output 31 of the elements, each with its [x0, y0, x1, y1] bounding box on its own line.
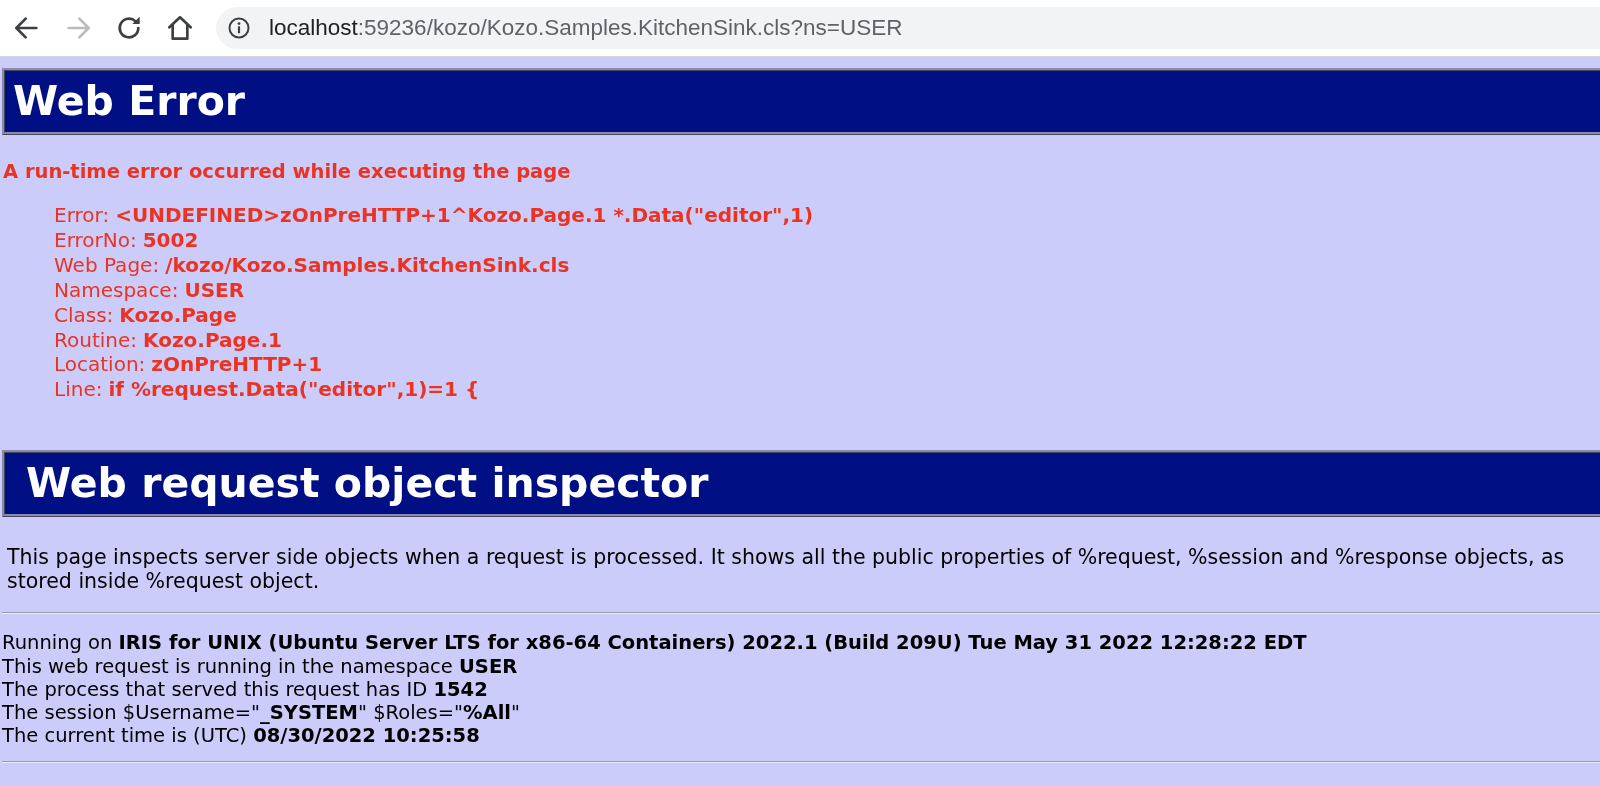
home-icon: [168, 16, 192, 40]
detail-label: Routine:: [54, 327, 138, 353]
detail-value: zOnPreHTTP+1: [151, 352, 323, 378]
detail-label: Error:: [54, 203, 110, 228]
section-heading: Web request object inspector: [2, 450, 1600, 518]
info-line: The current time is (UTC) 08/30/2022 10:25:58: [2, 724, 481, 748]
info-line: This web request is running in the namespace USER: [2, 654, 519, 678]
detail-value: if %request.Data("editor",1)=1 {: [108, 377, 480, 403]
detail-label: Web Page:: [54, 252, 160, 278]
info-icon: [228, 17, 250, 39]
back-arrow-icon: [15, 16, 39, 40]
detail-value: Kozo.Page: [119, 302, 237, 328]
page-heading: Web Error: [2, 68, 1600, 135]
info-line: Running on IRIS for UNIX (Ubuntu Server LTS for x86-64 Containers) 2022.1 (Build 209U) Tue May 31 2022 12:28:22 EDT: [2, 631, 1308, 655]
detail-label: Class:: [54, 302, 114, 328]
detail-label: Location:: [54, 352, 146, 378]
info-line: The session $Username="_SYSTEM" $Roles="%All": [2, 701, 521, 725]
info-line: The process that served this request has ID 1542: [2, 677, 489, 702]
error-message: A run-time error occurred while executing the page: [2, 160, 572, 184]
detail-value: <UNDEFINED>zOnPreHTTP+1^Kozo.Page.1 *.Data("editor",1): [115, 203, 814, 228]
detail-label: Line:: [54, 377, 103, 403]
reload-icon: [117, 16, 141, 40]
detail-label: ErrorNo:: [54, 227, 137, 253]
detail-value: Kozo.Page.1: [143, 327, 282, 353]
intro-paragraph: This page inspects server side objects when a request is processed. It shows all the public properties of %request, %session and %response objects, as stored inside %request object.: [6, 545, 1566, 594]
detail-label: Namespace:: [54, 277, 179, 303]
address-bar[interactable]: localhost:59236/kozo/Kozo.Samples.KitchenSink.cls?ns=USER: [216, 7, 1600, 49]
detail-value: /kozo/Kozo.Samples.KitchenSink.cls: [165, 252, 570, 278]
detail-value: USER: [184, 277, 245, 303]
detail-value: 5002: [142, 227, 199, 253]
forward-arrow-icon: [66, 16, 90, 40]
